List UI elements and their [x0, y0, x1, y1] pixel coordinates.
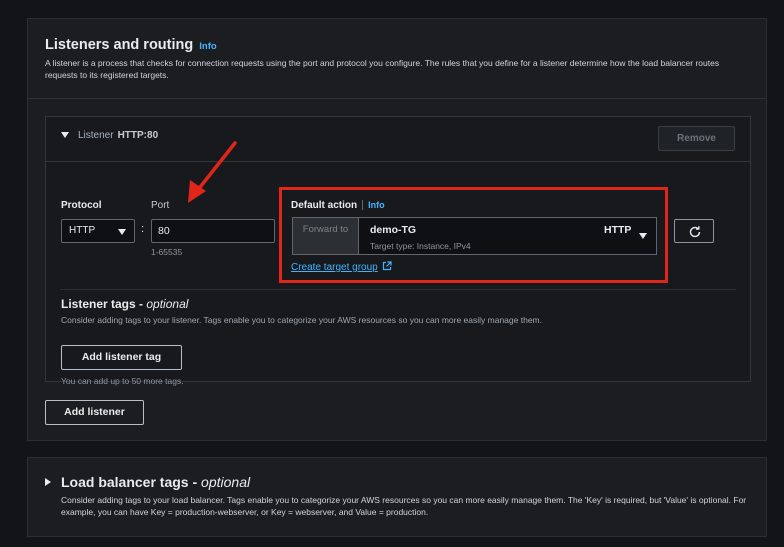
listeners-title: Listeners and routing Info: [45, 37, 217, 53]
protocol-select[interactable]: HTTP: [61, 219, 135, 243]
listener-container: Listener HTTP:80 Remove Protocol HTTP : P…: [45, 116, 751, 386]
listeners-description: A listener is a process that checks for …: [45, 58, 720, 80]
listeners-info-link[interactable]: Info: [199, 41, 216, 52]
expand-caret-icon[interactable]: [45, 478, 51, 486]
listener-header-divider: [46, 161, 750, 162]
colon-separator: :: [141, 223, 145, 235]
lb-tags-title-text: Load balancer tags -: [61, 474, 198, 490]
protocol-label: Protocol: [61, 200, 102, 211]
lb-tags-optional: optional: [201, 474, 251, 490]
listener-tags-optional: optional: [146, 297, 189, 311]
chevron-down-icon: [118, 229, 126, 235]
listeners-routing-panel: Listeners and routing Info A listener is …: [27, 18, 767, 441]
add-listener-tag-button[interactable]: Add listener tag: [61, 345, 182, 370]
refresh-button[interactable]: [674, 219, 714, 243]
listener-header[interactable]: Listener HTTP:80: [78, 130, 158, 141]
remove-button[interactable]: Remove: [658, 126, 735, 151]
load-balancer-tags-panel: Load balancer tags - optional Consider a…: [27, 457, 767, 537]
port-label: Port: [151, 200, 170, 211]
tags-limit-text: You can add up to 50 more tags.: [61, 376, 184, 386]
lb-tags-title[interactable]: Load balancer tags - optional: [61, 474, 250, 490]
annotation-highlight-box: [279, 187, 668, 283]
listeners-title-text: Listeners and routing: [45, 37, 194, 53]
listener-tags-title: Listener tags - optional: [61, 297, 188, 311]
collapse-caret-icon[interactable]: [61, 132, 69, 138]
panel-divider: [28, 98, 766, 99]
listener-label: Listener: [78, 130, 114, 141]
port-hint: 1-65535: [151, 247, 183, 257]
protocol-value: HTTP: [69, 225, 96, 236]
refresh-icon: [689, 226, 701, 238]
port-input[interactable]: [151, 219, 275, 243]
listener-tags-title-text: Listener tags -: [61, 297, 144, 311]
add-listener-button[interactable]: Add listener: [45, 400, 144, 425]
lb-tags-description: Consider adding tags to your load balanc…: [61, 495, 747, 517]
listener-tags-description: Consider adding tags to your listener. T…: [61, 315, 542, 325]
listener-value: HTTP:80: [117, 130, 159, 141]
tags-divider: [60, 289, 736, 290]
